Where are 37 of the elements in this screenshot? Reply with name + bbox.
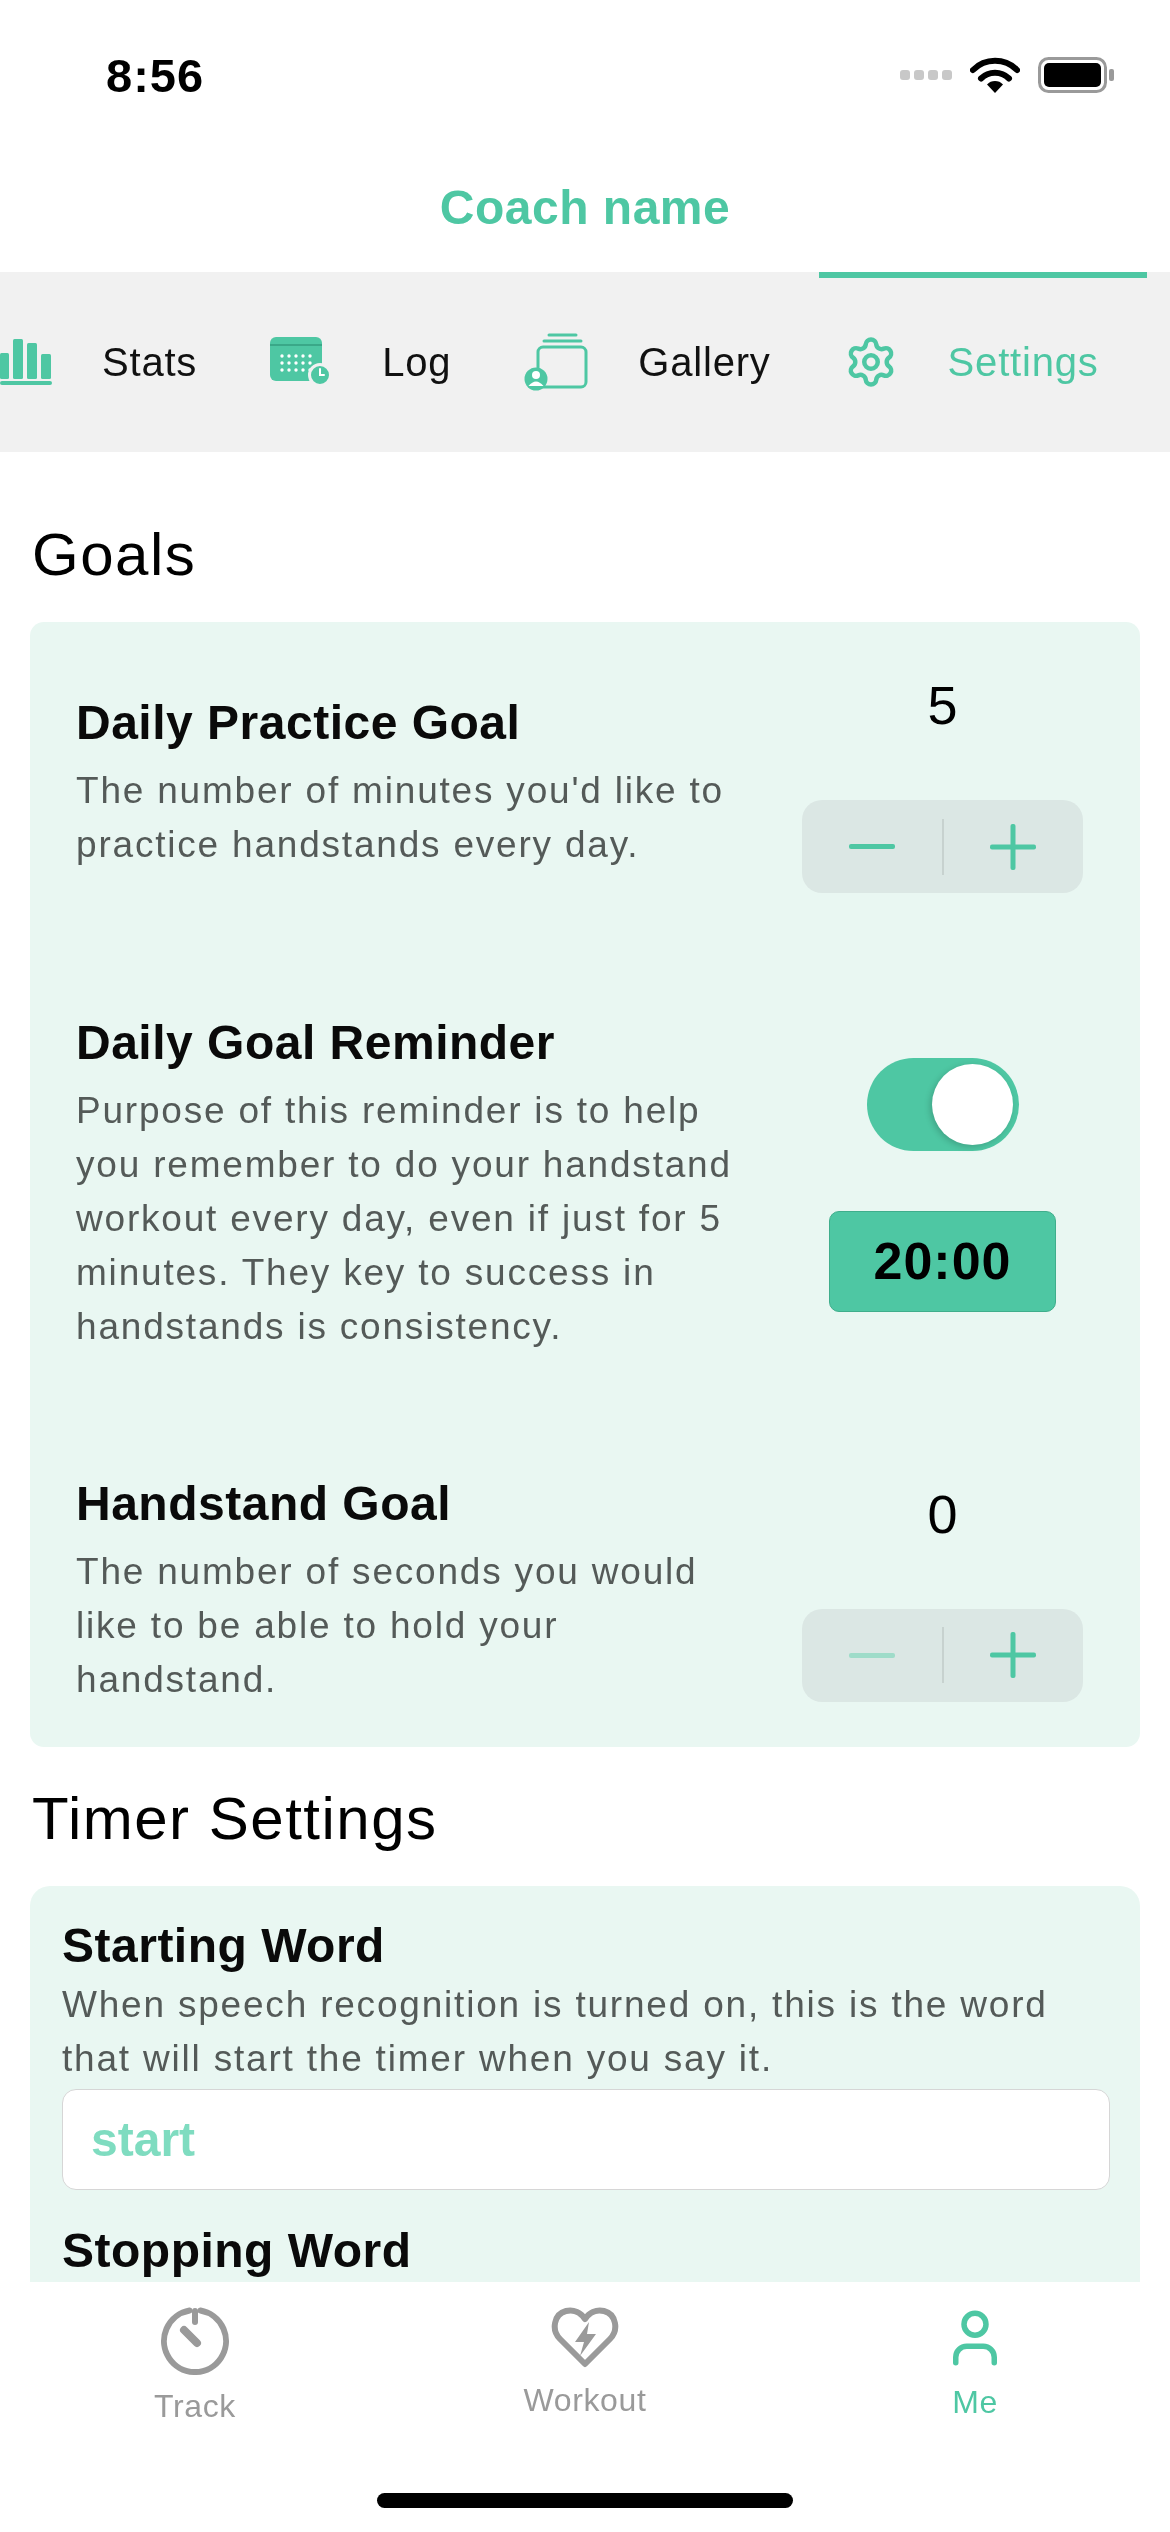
setting-title: Starting Word <box>62 1918 386 1974</box>
stepper-value: 0 <box>927 1482 958 1546</box>
text-field[interactable]: start <box>62 2089 1110 2190</box>
plus-icon <box>990 823 1037 870</box>
wifi-icon <box>970 57 1020 93</box>
setting-description: Purpose of this reminder is to help you remember to do your handstand workout every day, even if just for 5 minutes. They key to success in handstands is consistency. <box>76 1089 733 1349</box>
nav-tab[interactable]: Me <box>780 2305 1170 2425</box>
battery-icon <box>1038 57 1114 93</box>
plus-icon <box>990 1632 1037 1678</box>
tab-item[interactable]: Stats <box>0 272 246 452</box>
stepper[interactable] <box>802 800 1083 893</box>
tab-item[interactable]: Settings <box>818 272 1147 452</box>
stopwatch-icon <box>160 2305 230 2375</box>
setting-description: The number of seconds you would like to be able to hold your handstand. <box>76 1550 699 1702</box>
signal-icon <box>900 70 952 80</box>
setting-title: Stopping Word <box>62 2223 413 2279</box>
nav-tab[interactable]: Track <box>0 2305 390 2425</box>
bar-chart-icon <box>0 339 52 385</box>
setting-title: Daily Practice Goal <box>76 694 522 751</box>
setting-description: The number of minutes you'd like to practice handstands every day. <box>76 768 725 867</box>
heart-bolt-icon <box>550 2305 620 2369</box>
nav-tab[interactable]: Workout <box>390 2305 780 2425</box>
header-title: Coach name <box>439 179 731 235</box>
stacked-cards-icon <box>524 333 589 391</box>
stepper-value: 5 <box>927 674 958 737</box>
tab-item[interactable]: Gallery <box>499 272 819 452</box>
section-heading: Timer Settings <box>31 1785 439 1853</box>
stepper[interactable] <box>802 1608 1083 1702</box>
setting-title: Daily Goal Reminder <box>76 1015 556 1071</box>
status-time: 8:56 <box>106 47 205 103</box>
minus-icon <box>848 844 895 849</box>
minus-icon <box>848 1652 895 1658</box>
setting-description: When speech recognition is turned on, this is the word that will start the timer when you say it. <box>62 1983 1049 2081</box>
time-button[interactable]: 20:00 <box>829 1210 1056 1312</box>
section-heading: Goals <box>31 521 198 589</box>
tab-item[interactable]: Log <box>245 272 500 452</box>
setting-title: Handstand Goal <box>76 1476 453 1532</box>
